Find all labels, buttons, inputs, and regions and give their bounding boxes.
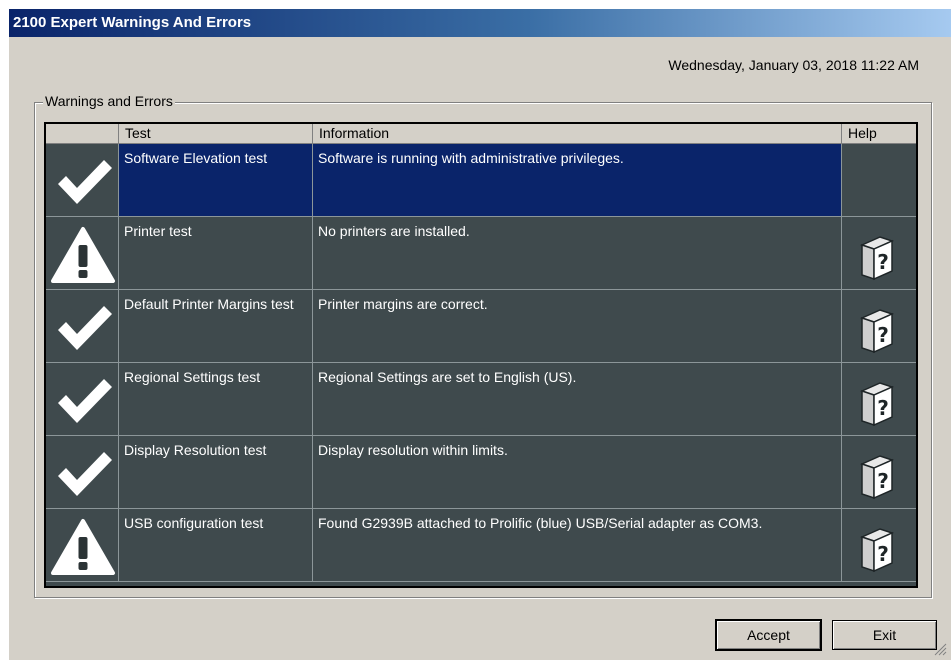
help-cell — [842, 144, 916, 216]
test-name-cell: Software Elevation test — [119, 144, 313, 216]
column-header-information[interactable]: Information — [313, 124, 842, 144]
column-header-test[interactable]: Test — [119, 124, 313, 144]
information-cell: Found G2939B attached to Prolific (blue)… — [313, 509, 842, 581]
warning-icon — [51, 227, 115, 283]
column-header-help[interactable]: Help — [842, 124, 916, 144]
help-cell[interactable]: ? — [842, 436, 916, 508]
help-cell[interactable]: ? — [842, 290, 916, 362]
information-cell: No printers are installed. — [313, 217, 842, 289]
table-row[interactable]: Regional Settings test Regional Settings … — [46, 363, 916, 436]
table-row[interactable]: USB configuration test Found G2939B attac… — [46, 509, 916, 582]
groupbox-label: Warnings and Errors — [43, 93, 175, 109]
status-cell — [46, 217, 119, 289]
status-cell — [46, 363, 119, 435]
check-icon — [58, 160, 112, 204]
information-cell: Printer margins are correct. — [313, 290, 842, 362]
help-cell[interactable]: ? — [842, 363, 916, 435]
table-row[interactable]: Printer test No printers are installed.? — [46, 217, 916, 290]
information-cell: Display resolution within limits. — [313, 436, 842, 508]
table-row[interactable]: Software Elevation test Software is runni… — [46, 144, 916, 217]
grid-header: Test Information Help — [46, 124, 916, 144]
current-datetime: Wednesday, January 03, 2018 11:22 AM — [668, 57, 919, 73]
check-icon — [58, 452, 112, 496]
svg-text:?: ? — [877, 469, 889, 493]
check-icon — [58, 379, 112, 423]
warning-icon — [51, 519, 115, 575]
table-row[interactable]: Default Printer Margins test Printer marg… — [46, 290, 916, 363]
help-book-icon[interactable]: ? — [858, 308, 896, 354]
status-cell — [46, 290, 119, 362]
window-title-bar[interactable]: 2100 Expert Warnings And Errors — [9, 9, 951, 37]
test-name-cell: Regional Settings test — [119, 363, 313, 435]
information-cell: Software is running with administrative … — [313, 144, 842, 216]
help-book-icon[interactable]: ? — [858, 235, 896, 281]
column-header-icon[interactable] — [46, 124, 119, 144]
svg-text:?: ? — [877, 323, 889, 347]
status-cell — [46, 144, 119, 216]
test-name-cell: Printer test — [119, 217, 313, 289]
table-row[interactable]: Display Resolution test Display resolutio… — [46, 436, 916, 509]
status-cell — [46, 509, 119, 581]
svg-text:?: ? — [877, 542, 889, 566]
test-name-cell: Default Printer Margins test — [119, 290, 313, 362]
svg-text:?: ? — [877, 396, 889, 420]
status-cell — [46, 436, 119, 508]
exit-button[interactable]: Exit — [832, 620, 937, 650]
svg-text:?: ? — [877, 250, 889, 274]
help-cell[interactable]: ? — [842, 509, 916, 581]
test-name-cell: Display Resolution test — [119, 436, 313, 508]
dialog-window: 2100 Expert Warnings And Errors Wednesda… — [8, 8, 951, 660]
help-book-icon[interactable]: ? — [858, 381, 896, 427]
accept-button[interactable]: Accept — [715, 619, 822, 651]
resize-grip-icon[interactable] — [933, 642, 947, 656]
help-book-icon[interactable]: ? — [858, 527, 896, 573]
help-book-icon[interactable]: ? — [858, 454, 896, 500]
help-cell[interactable]: ? — [842, 217, 916, 289]
test-name-cell: USB configuration test — [119, 509, 313, 581]
information-cell: Regional Settings are set to English (US… — [313, 363, 842, 435]
check-icon — [58, 306, 112, 350]
warnings-grid[interactable]: Test Information Help Software Elevation… — [44, 122, 918, 588]
